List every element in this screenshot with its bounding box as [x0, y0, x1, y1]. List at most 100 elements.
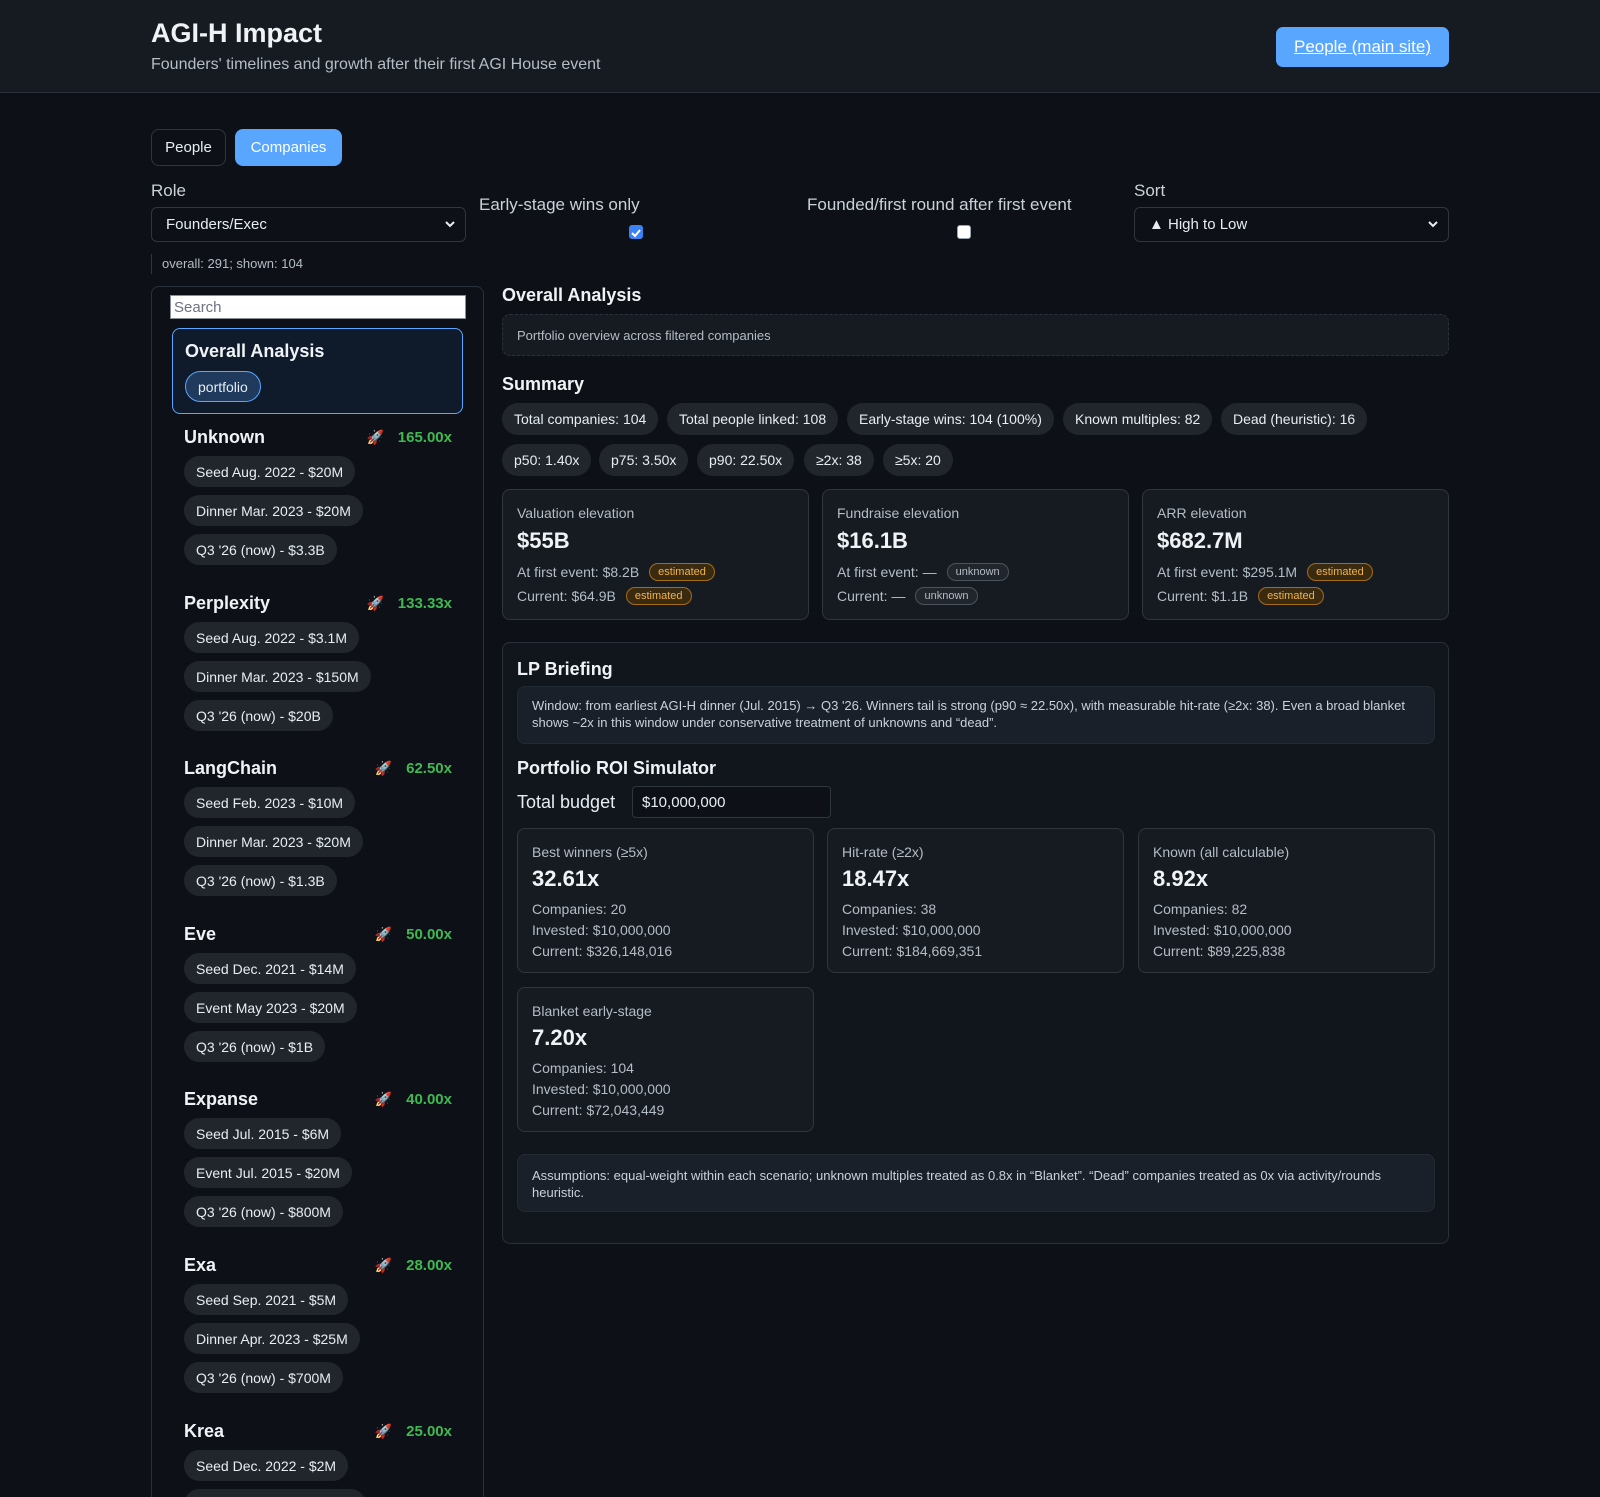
metric-first-row: At first event: $295.1M estimated	[1157, 563, 1373, 581]
sort-select-value: ▲ High to Low	[1149, 216, 1248, 233]
scenario-companies: Companies: 38	[842, 901, 937, 917]
metric-first: At first event: $8.2B	[517, 564, 640, 580]
valuation-elevation-card: Valuation elevation $55B At first event:…	[502, 489, 809, 620]
metric-first: At first event: $295.1M	[1157, 564, 1298, 580]
stat-early-stage-wins: Early-stage wins: 104 (100%)	[847, 403, 1054, 435]
metric-current: Current: —	[837, 588, 906, 604]
estimated-badge: estimated	[625, 587, 692, 605]
scenario-best-winners-card: Best winners (≥5x) 32.61x Companies: 20 …	[517, 828, 814, 973]
estimated-badge: estimated	[1307, 563, 1373, 581]
metric-value: $55B	[517, 528, 570, 553]
metric-label: Valuation elevation	[517, 505, 635, 521]
company-name: Unknown	[184, 427, 265, 447]
round-pill: Dinner Mar. 2023 - $150M	[184, 661, 371, 692]
round-pill: Seed Sep. 2021 - $5M	[184, 1284, 349, 1315]
scenario-multiple: 32.61x	[532, 866, 600, 891]
scenario-current: Current: $184,669,351	[842, 943, 983, 959]
tab-companies[interactable]: Companies	[235, 129, 342, 166]
scenario-label: Known (all calculable)	[1153, 844, 1290, 860]
company-sidebar[interactable]: Search Overall Analysis portfolio Unknow…	[151, 286, 484, 1497]
stat-2x: ≥2x: 38	[804, 444, 874, 476]
lp-briefing-title: LP Briefing	[517, 659, 613, 679]
search-input[interactable]: Search	[170, 295, 466, 319]
rocket-icon: 🚀	[374, 760, 392, 776]
company-multiple: 40.00x	[406, 1091, 452, 1108]
round-pill	[184, 1489, 366, 1497]
company-name: Krea	[184, 1421, 225, 1441]
app-header: AGI-H Impact Founders' timelines and gro…	[0, 0, 1600, 93]
round-pill: Seed Aug. 2022 - $20M	[184, 456, 356, 487]
round-pill: Q3 '26 (now) - $3.3B	[184, 534, 337, 565]
summary-heading: Summary	[502, 374, 585, 394]
rocket-icon: 🚀	[374, 1091, 392, 1107]
fundraise-elevation-card: Fundraise elevation $16.1B At first even…	[822, 489, 1129, 620]
metric-current-row: Current: $1.1B estimated	[1157, 587, 1324, 605]
scenario-invested: Invested: $10,000,000	[842, 922, 981, 938]
check-icon	[631, 229, 641, 238]
metric-value: $16.1B	[837, 528, 908, 553]
metric-current: Current: $64.9B	[517, 588, 616, 604]
lp-briefing-panel: LP Briefing Window: from earliest AGI-H …	[502, 642, 1449, 1244]
round-pill: Dinner Mar. 2023 - $20M	[184, 495, 363, 526]
overall-analysis-heading: Overall Analysis	[502, 285, 642, 305]
scenario-multiple: 8.92x	[1153, 866, 1209, 891]
metric-label: ARR elevation	[1157, 505, 1247, 521]
scenario-invested: Invested: $10,000,000	[1153, 922, 1292, 938]
company-name: Perplexity	[184, 593, 271, 613]
portfolio-tag: portfolio	[185, 371, 261, 402]
company-name: Exa	[184, 1255, 217, 1275]
stat-5x: ≥5x: 20	[883, 444, 953, 476]
role-select[interactable]: Founders/Exec	[151, 207, 466, 242]
metric-first-row: At first event: $8.2B estimated	[517, 563, 715, 581]
roi-simulator-title: Portfolio ROI Simulator	[517, 758, 717, 778]
app-subtitle: Founders' timelines and growth after the…	[151, 56, 601, 73]
scenario-companies: Companies: 20	[532, 901, 627, 917]
founded-after-checkbox[interactable]	[957, 225, 971, 239]
company-multiple: 25.00x	[406, 1423, 452, 1440]
tab-people[interactable]: People	[151, 129, 226, 166]
round-pill: Seed Aug. 2022 - $3.1M	[184, 622, 359, 653]
scenario-current: Current: $89,225,838	[1153, 943, 1286, 959]
company-multiple: 165.00x	[397, 429, 452, 446]
round-pill: Q3 '26 (now) - $700M	[184, 1362, 343, 1393]
company-name: Expanse	[184, 1089, 259, 1109]
window-summary: Window: from earliest AGI-H dinner (Jul.…	[517, 686, 1435, 744]
sidebar-item-overall-analysis[interactable]: Overall Analysis portfolio	[172, 328, 463, 414]
round-pill: Q3 '26 (now) - $20B	[184, 700, 333, 731]
company-multiple: 28.00x	[406, 1257, 452, 1274]
round-pill: Dinner Mar. 2023 - $20M	[184, 826, 363, 857]
rocket-icon: 🚀	[366, 429, 384, 445]
round-pill: Event May 2023 - $20M	[184, 992, 357, 1023]
unknown-badge: unknown	[946, 563, 1009, 581]
metric-current-row: Current: $64.9B estimated	[517, 587, 692, 605]
stat-p50: p50: 1.40x	[502, 444, 592, 476]
round-pill: Seed Dec. 2021 - $14M	[184, 953, 356, 984]
metric-current-row: Current: — unknown	[837, 587, 978, 605]
stat-dead: Dead (heuristic): 16	[1221, 403, 1368, 435]
scenario-known-card: Known (all calculable) 8.92x Companies: …	[1138, 828, 1435, 973]
sort-select[interactable]: ▲ High to Low	[1134, 207, 1449, 242]
company-name: LangChain	[184, 758, 277, 778]
round-pill: Event Jul. 2015 - $20M	[184, 1157, 352, 1188]
company-multiple: 50.00x	[406, 926, 452, 943]
early-stage-checkbox[interactable]	[629, 225, 643, 239]
scenario-label: Hit-rate (≥2x)	[842, 844, 924, 860]
round-pill: Q3 '26 (now) - $1.3B	[184, 865, 337, 896]
rocket-icon: 🚀	[374, 1257, 392, 1273]
early-stage-label: Early-stage wins only	[479, 195, 640, 214]
stat-p90: p90: 22.50x	[697, 444, 795, 476]
estimated-badge: estimated	[1258, 587, 1324, 605]
people-main-site-button[interactable]: People (main site)	[1276, 27, 1449, 67]
company-name: Eve	[184, 924, 217, 944]
scenario-invested: Invested: $10,000,000	[532, 922, 671, 938]
overall-analysis-title: Overall Analysis	[185, 341, 325, 361]
rocket-icon: 🚀	[374, 1423, 392, 1439]
rocket-icon: 🚀	[374, 926, 392, 942]
metric-label: Fundraise elevation	[837, 505, 960, 521]
scenario-label: Blanket early-stage	[532, 1003, 652, 1019]
total-budget-input[interactable]: $10,000,000	[632, 786, 831, 818]
estimated-badge: estimated	[649, 563, 715, 581]
round-pill: Seed Feb. 2023 - $10M	[184, 787, 356, 818]
scenario-companies: Companies: 104	[532, 1060, 634, 1076]
scenario-blanket-card: Blanket early-stage 7.20x Companies: 104…	[517, 987, 814, 1132]
